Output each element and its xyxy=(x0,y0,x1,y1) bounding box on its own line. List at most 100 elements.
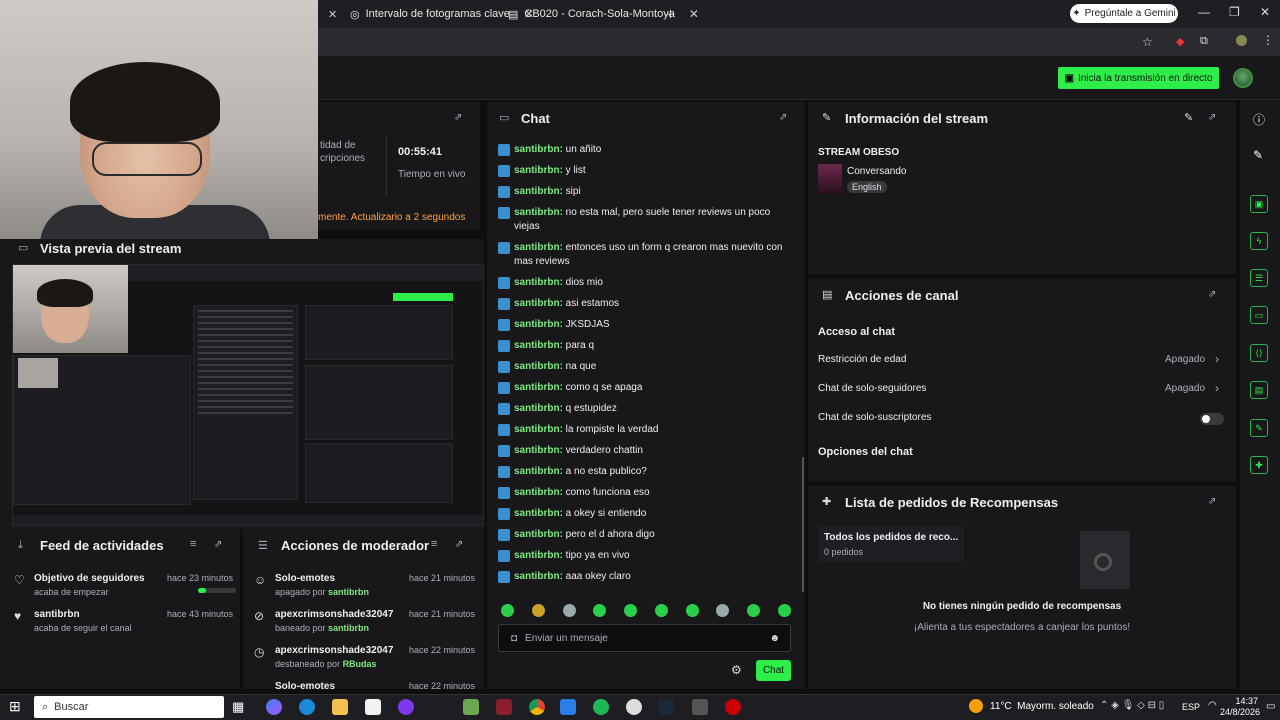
info-icon[interactable]: ⓘ xyxy=(1253,111,1265,128)
chat-input[interactable]: ◘ Enviar un mensaje ☻ xyxy=(498,624,791,652)
app-icon[interactable] xyxy=(626,699,642,715)
app-icon[interactable] xyxy=(725,699,741,715)
folder-icon[interactable] xyxy=(332,699,348,715)
list-icon[interactable]: ☰ xyxy=(1250,269,1268,287)
broadcaster-badge-icon[interactable] xyxy=(498,445,510,457)
broadcaster-badge-icon[interactable] xyxy=(498,424,510,436)
windows-start-icon[interactable]: ⊞ xyxy=(9,698,21,715)
chat-username[interactable]: santibrbn xyxy=(514,242,560,253)
app-icon[interactable] xyxy=(463,699,479,715)
emote-icon[interactable] xyxy=(624,604,638,617)
popout-icon[interactable]: ⇗ xyxy=(779,112,787,123)
chat-username[interactable]: santibrbn xyxy=(514,508,560,519)
broadcaster-badge-icon[interactable] xyxy=(498,529,510,541)
chat-scrollbar[interactable] xyxy=(802,457,804,592)
mod-item-name[interactable]: apexcrimsonshade32047 xyxy=(275,609,393,620)
spotify-icon[interactable] xyxy=(593,699,609,715)
chat-username[interactable]: santibrbn xyxy=(514,165,560,176)
emote-icon[interactable] xyxy=(501,604,514,617)
chat-username[interactable]: santibrbn xyxy=(514,487,560,498)
emoji-icon[interactable]: ☻ xyxy=(769,633,780,644)
profile-avatar[interactable] xyxy=(1236,35,1247,46)
filter-icon[interactable]: ≡ xyxy=(431,538,437,550)
popout-icon[interactable]: ⇗ xyxy=(1208,112,1216,123)
maximize-button[interactable]: ❐ xyxy=(1229,5,1240,19)
broadcaster-badge-icon[interactable] xyxy=(498,361,510,373)
gear-icon[interactable]: ⚙ xyxy=(731,663,742,677)
broadcaster-badge-icon[interactable] xyxy=(498,165,510,177)
broadcaster-badge-icon[interactable] xyxy=(498,382,510,394)
extension-icon[interactable]: ◆ xyxy=(1176,35,1184,48)
task-view-icon[interactable]: ▦ xyxy=(232,699,248,715)
chat-username[interactable]: santibrbn xyxy=(514,382,560,393)
all-requests-item[interactable]: Todos los pedidos de reco... 0 pedidos xyxy=(818,526,964,562)
popout-icon[interactable]: ⇗ xyxy=(455,539,463,550)
chevron-right-icon[interactable]: › xyxy=(1215,352,1219,366)
chat-username[interactable]: santibrbn xyxy=(514,340,560,351)
chat-username[interactable]: santibrbn xyxy=(514,186,560,197)
chrome-icon[interactable] xyxy=(529,699,545,715)
pencil-icon[interactable]: ✎ xyxy=(1253,148,1263,162)
tab-keyframes[interactable]: ◎ Intervalo de fotogramas clave ✕ xyxy=(350,4,534,24)
weather-icon[interactable] xyxy=(969,699,983,713)
chat-username[interactable]: santibrbn xyxy=(514,424,560,435)
popout-icon[interactable]: ⇗ xyxy=(1208,289,1216,300)
chat-send-button[interactable]: Chat xyxy=(756,660,791,681)
subs-only-toggle[interactable] xyxy=(1200,413,1224,425)
new-tab-button[interactable]: ＋ xyxy=(665,4,676,24)
emote-icon[interactable] xyxy=(747,604,761,617)
chat-username[interactable]: santibrbn xyxy=(514,319,560,330)
broadcaster-badge-icon[interactable] xyxy=(498,340,510,352)
close-window-button[interactable]: ✕ xyxy=(1260,5,1270,19)
broadcaster-badge-icon[interactable] xyxy=(498,144,510,156)
broadcaster-badge-icon[interactable] xyxy=(498,207,510,219)
emote-icon[interactable] xyxy=(562,604,576,617)
copilot-icon[interactable] xyxy=(266,699,282,715)
broadcaster-badge-icon[interactable] xyxy=(498,319,510,331)
emote-icon[interactable] xyxy=(654,604,668,617)
broadcaster-badge-icon[interactable] xyxy=(498,550,510,562)
network-icon[interactable]: ◠ xyxy=(1208,700,1217,711)
ad-icon[interactable]: ▤ xyxy=(1250,381,1268,399)
chat-bubble-icon[interactable]: ▭ xyxy=(1250,306,1268,324)
app-icon[interactable] xyxy=(496,699,512,715)
store-icon[interactable] xyxy=(365,699,381,715)
chat-username[interactable]: santibrbn xyxy=(514,466,560,477)
chat-username[interactable]: santibrbn xyxy=(514,144,560,155)
tab-close-webcam[interactable]: ✕ xyxy=(328,4,337,24)
filter-icon[interactable]: ≡ xyxy=(190,538,196,550)
chat-username[interactable]: santibrbn xyxy=(514,529,560,540)
go-live-button[interactable]: ▣ Inicia la transmisión en directo xyxy=(1058,67,1219,89)
popout-icon[interactable]: ⇗ xyxy=(1208,496,1216,507)
chat-username[interactable]: santibrbn xyxy=(514,550,560,561)
broadcaster-badge-icon[interactable] xyxy=(498,508,510,520)
weather-text[interactable]: 11°C Mayorm. soleado xyxy=(990,701,1094,712)
avatar[interactable] xyxy=(1233,68,1253,88)
chevron-right-icon[interactable]: › xyxy=(1215,381,1219,395)
steam-icon[interactable] xyxy=(658,699,674,715)
age-restriction-label[interactable]: Restricción de edad xyxy=(818,354,906,365)
chat-username[interactable]: santibrbn xyxy=(514,445,560,456)
language-indicator[interactable]: ESP xyxy=(1182,702,1200,712)
menu-dots-icon[interactable]: ⋮ xyxy=(1262,33,1274,47)
age-restriction-value[interactable]: Apagado xyxy=(1165,354,1205,365)
minimize-button[interactable]: — xyxy=(1198,5,1210,19)
address-bar[interactable] xyxy=(318,28,1280,56)
broadcaster-badge-icon[interactable] xyxy=(498,466,510,478)
obs-icon[interactable] xyxy=(398,699,414,715)
chat-username[interactable]: santibrbn xyxy=(514,207,560,218)
broadcaster-badge-icon[interactable] xyxy=(498,403,510,415)
broadcaster-badge-icon[interactable] xyxy=(498,242,510,254)
taskbar-search[interactable]: ⌕ Buscar xyxy=(34,696,224,718)
chat-username[interactable]: santibrbn xyxy=(514,361,560,372)
emote-icon[interactable] xyxy=(531,604,545,617)
broadcaster-badge-icon[interactable] xyxy=(498,571,510,583)
clock-date[interactable]: 24/8/2026 xyxy=(1220,707,1260,717)
bolt-icon[interactable]: ϟ xyxy=(1250,232,1268,250)
chat-username[interactable]: santibrbn xyxy=(514,277,560,288)
chat-username[interactable]: santibrbn xyxy=(514,571,560,582)
popout-icon[interactable]: ⇗ xyxy=(454,112,462,123)
gemini-button[interactable]: ✦ Pregúntale a Gemini xyxy=(1070,4,1178,23)
close-icon[interactable]: ✕ xyxy=(689,7,699,21)
edit-icon[interactable]: ✎ xyxy=(1184,111,1193,124)
